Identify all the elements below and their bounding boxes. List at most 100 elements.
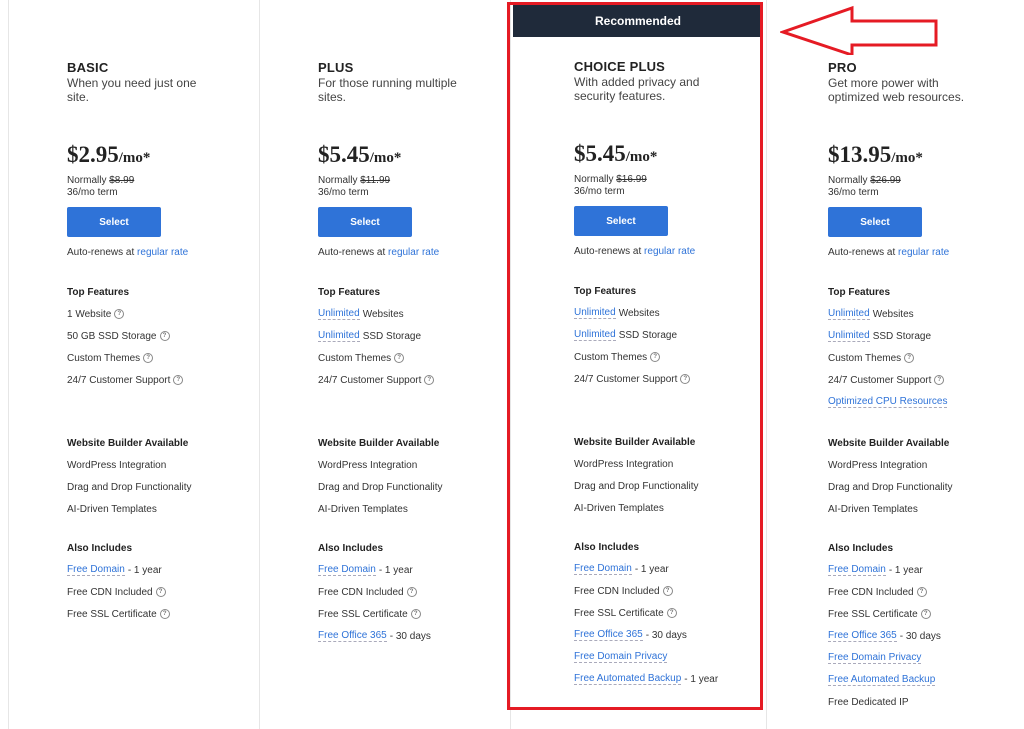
section-title: Website Builder Available bbox=[67, 437, 189, 449]
help-icon[interactable]: ? bbox=[406, 587, 417, 597]
top-features: Top Features Unlimited Websites Unlimited … bbox=[318, 281, 435, 391]
feature-item: Custom Themes? bbox=[67, 347, 183, 369]
section-title: Also Includes bbox=[318, 542, 384, 554]
feature-item: 24/7 Customer Support? bbox=[574, 368, 691, 390]
regular-rate-link[interactable]: regular rate bbox=[644, 246, 695, 257]
plan-card: PRO Get more power with optimized web res… bbox=[766, 0, 1024, 729]
section-title: Website Builder Available bbox=[318, 437, 440, 449]
feature-item: 50 GB SSD Storage? bbox=[67, 325, 183, 347]
help-icon[interactable]: ? bbox=[662, 586, 673, 596]
include-item: Free Domain Privacy bbox=[574, 646, 718, 668]
help-icon[interactable]: ? bbox=[904, 353, 915, 363]
feature-link[interactable]: Unlimited bbox=[574, 329, 616, 341]
select-button[interactable]: Select bbox=[318, 207, 412, 237]
regular-rate-link[interactable]: regular rate bbox=[388, 247, 439, 258]
help-icon[interactable]: ? bbox=[159, 331, 170, 341]
feature-link[interactable]: Unlimited bbox=[574, 307, 616, 319]
select-button[interactable]: Select bbox=[828, 207, 922, 237]
builder-item: AI-Driven Templates bbox=[318, 503, 408, 515]
help-icon[interactable]: ? bbox=[159, 609, 170, 619]
regular-rate-link[interactable]: regular rate bbox=[898, 247, 949, 258]
plan-content: CHOICE PLUS With added privacy and securi… bbox=[574, 59, 764, 685]
feature-link[interactable]: Unlimited bbox=[318, 330, 360, 342]
feature-item: Unlimited SSD Storage bbox=[318, 330, 422, 342]
help-icon[interactable]: ? bbox=[173, 375, 184, 385]
builder-item: AI-Driven Templates bbox=[828, 503, 918, 515]
include-link[interactable]: Free Office 365 bbox=[574, 629, 643, 641]
section-title: Also Includes bbox=[828, 542, 894, 554]
price-box: $5.45/mo* Normally $16.99 36/mo term bbox=[574, 141, 657, 198]
section-title: Website Builder Available bbox=[574, 436, 696, 448]
help-icon[interactable]: ? bbox=[934, 375, 945, 385]
feature-item: Custom Themes? bbox=[574, 346, 690, 368]
include-link[interactable]: Free Office 365 bbox=[318, 630, 387, 642]
help-icon[interactable]: ? bbox=[666, 608, 677, 618]
feature-link[interactable]: Optimized CPU Resources bbox=[828, 396, 948, 408]
help-icon[interactable]: ? bbox=[680, 374, 691, 384]
recommended-banner: Recommended bbox=[513, 5, 763, 37]
plan-name: PRO bbox=[828, 60, 857, 75]
help-icon[interactable]: ? bbox=[916, 587, 927, 597]
plan-content: PRO Get more power with optimized web res… bbox=[828, 60, 1018, 708]
include-item: Free CDN Included? bbox=[574, 580, 718, 602]
also-includes: Also Includes Free Domain - 1 year Free CD… bbox=[67, 537, 170, 625]
feature-item: Custom Themes? bbox=[318, 347, 434, 369]
help-icon[interactable]: ? bbox=[410, 609, 421, 619]
include-item: Free Domain - 1 year bbox=[67, 564, 162, 576]
include-link[interactable]: Free Domain Privacy bbox=[828, 652, 922, 664]
section-title: Also Includes bbox=[67, 542, 133, 554]
include-link[interactable]: Free Office 365 bbox=[828, 630, 897, 642]
include-item: Free Office 365 - 30 days bbox=[828, 630, 941, 642]
include-item: Free CDN Included? bbox=[67, 581, 170, 603]
select-button[interactable]: Select bbox=[67, 207, 161, 237]
feature-link[interactable]: Unlimited bbox=[828, 308, 870, 320]
section-title: Top Features bbox=[574, 285, 637, 297]
include-item: Free SSL Certificate? bbox=[574, 602, 718, 624]
plan-price: $13.95/mo* bbox=[828, 142, 923, 167]
feature-item: Custom Themes? bbox=[828, 347, 947, 369]
section-title: Website Builder Available bbox=[828, 437, 950, 449]
feature-item: Unlimited SSD Storage bbox=[828, 330, 932, 342]
include-item: Free Office 365 - 30 days bbox=[318, 630, 431, 642]
builder-item: Drag and Drop Functionality bbox=[828, 481, 953, 493]
include-item: Free Office 365 - 30 days bbox=[574, 629, 687, 641]
top-features: Top Features Unlimited Websites Unlimited … bbox=[574, 280, 691, 390]
auto-renew-note: Auto-renews at regular rate bbox=[574, 246, 696, 257]
include-link[interactable]: Free Domain bbox=[67, 564, 125, 576]
include-link[interactable]: Free Domain bbox=[574, 563, 632, 575]
include-link[interactable]: Free Automated Backup bbox=[828, 674, 936, 686]
help-icon[interactable]: ? bbox=[394, 353, 405, 363]
select-button[interactable]: Select bbox=[574, 206, 668, 236]
help-icon[interactable]: ? bbox=[143, 353, 154, 363]
plan-card: PLUS For those running multiple sites. $5.… bbox=[259, 0, 510, 729]
help-icon[interactable]: ? bbox=[155, 587, 166, 597]
include-item: Free Domain - 1 year bbox=[318, 564, 413, 576]
builder-item: WordPress Integration bbox=[828, 459, 928, 471]
include-item: Free CDN Included? bbox=[828, 581, 941, 603]
include-link[interactable]: Free Automated Backup bbox=[574, 673, 682, 685]
normal-price: Normally $26.99 bbox=[828, 175, 901, 186]
feature-item: 24/7 Customer Support? bbox=[318, 369, 435, 391]
builder-item: WordPress Integration bbox=[67, 459, 167, 471]
include-item: Free SSL Certificate? bbox=[828, 603, 941, 625]
help-icon[interactable]: ? bbox=[114, 309, 125, 319]
include-link[interactable]: Free Domain bbox=[318, 564, 376, 576]
help-icon[interactable]: ? bbox=[650, 352, 661, 362]
plan-content: BASIC When you need just one site. $2.95/m… bbox=[67, 60, 257, 620]
plan-card: BASIC When you need just one site. $2.95/m… bbox=[8, 0, 259, 729]
price-box: $13.95/mo* Normally $26.99 36/mo term bbox=[828, 142, 923, 199]
include-item: Free Domain - 1 year bbox=[828, 564, 923, 576]
include-link[interactable]: Free Domain Privacy bbox=[574, 651, 668, 663]
help-icon[interactable]: ? bbox=[920, 609, 931, 619]
auto-renew-note: Auto-renews at regular rate bbox=[318, 247, 440, 258]
feature-link[interactable]: Unlimited bbox=[828, 330, 870, 342]
regular-rate-link[interactable]: regular rate bbox=[137, 247, 188, 258]
include-link[interactable]: Free Domain bbox=[828, 564, 886, 576]
plan-description: For those running multiple sites. bbox=[318, 76, 457, 104]
help-icon[interactable]: ? bbox=[424, 375, 435, 385]
feature-link[interactable]: Unlimited bbox=[318, 308, 360, 320]
price-box: $2.95/mo* Normally $8.99 36/mo term bbox=[67, 142, 150, 199]
plan-card: CHOICE PLUS With added privacy and securi… bbox=[510, 0, 766, 729]
plan-name: CHOICE PLUS bbox=[574, 59, 666, 74]
website-builder: Website Builder Available WordPress Integ… bbox=[574, 431, 699, 519]
